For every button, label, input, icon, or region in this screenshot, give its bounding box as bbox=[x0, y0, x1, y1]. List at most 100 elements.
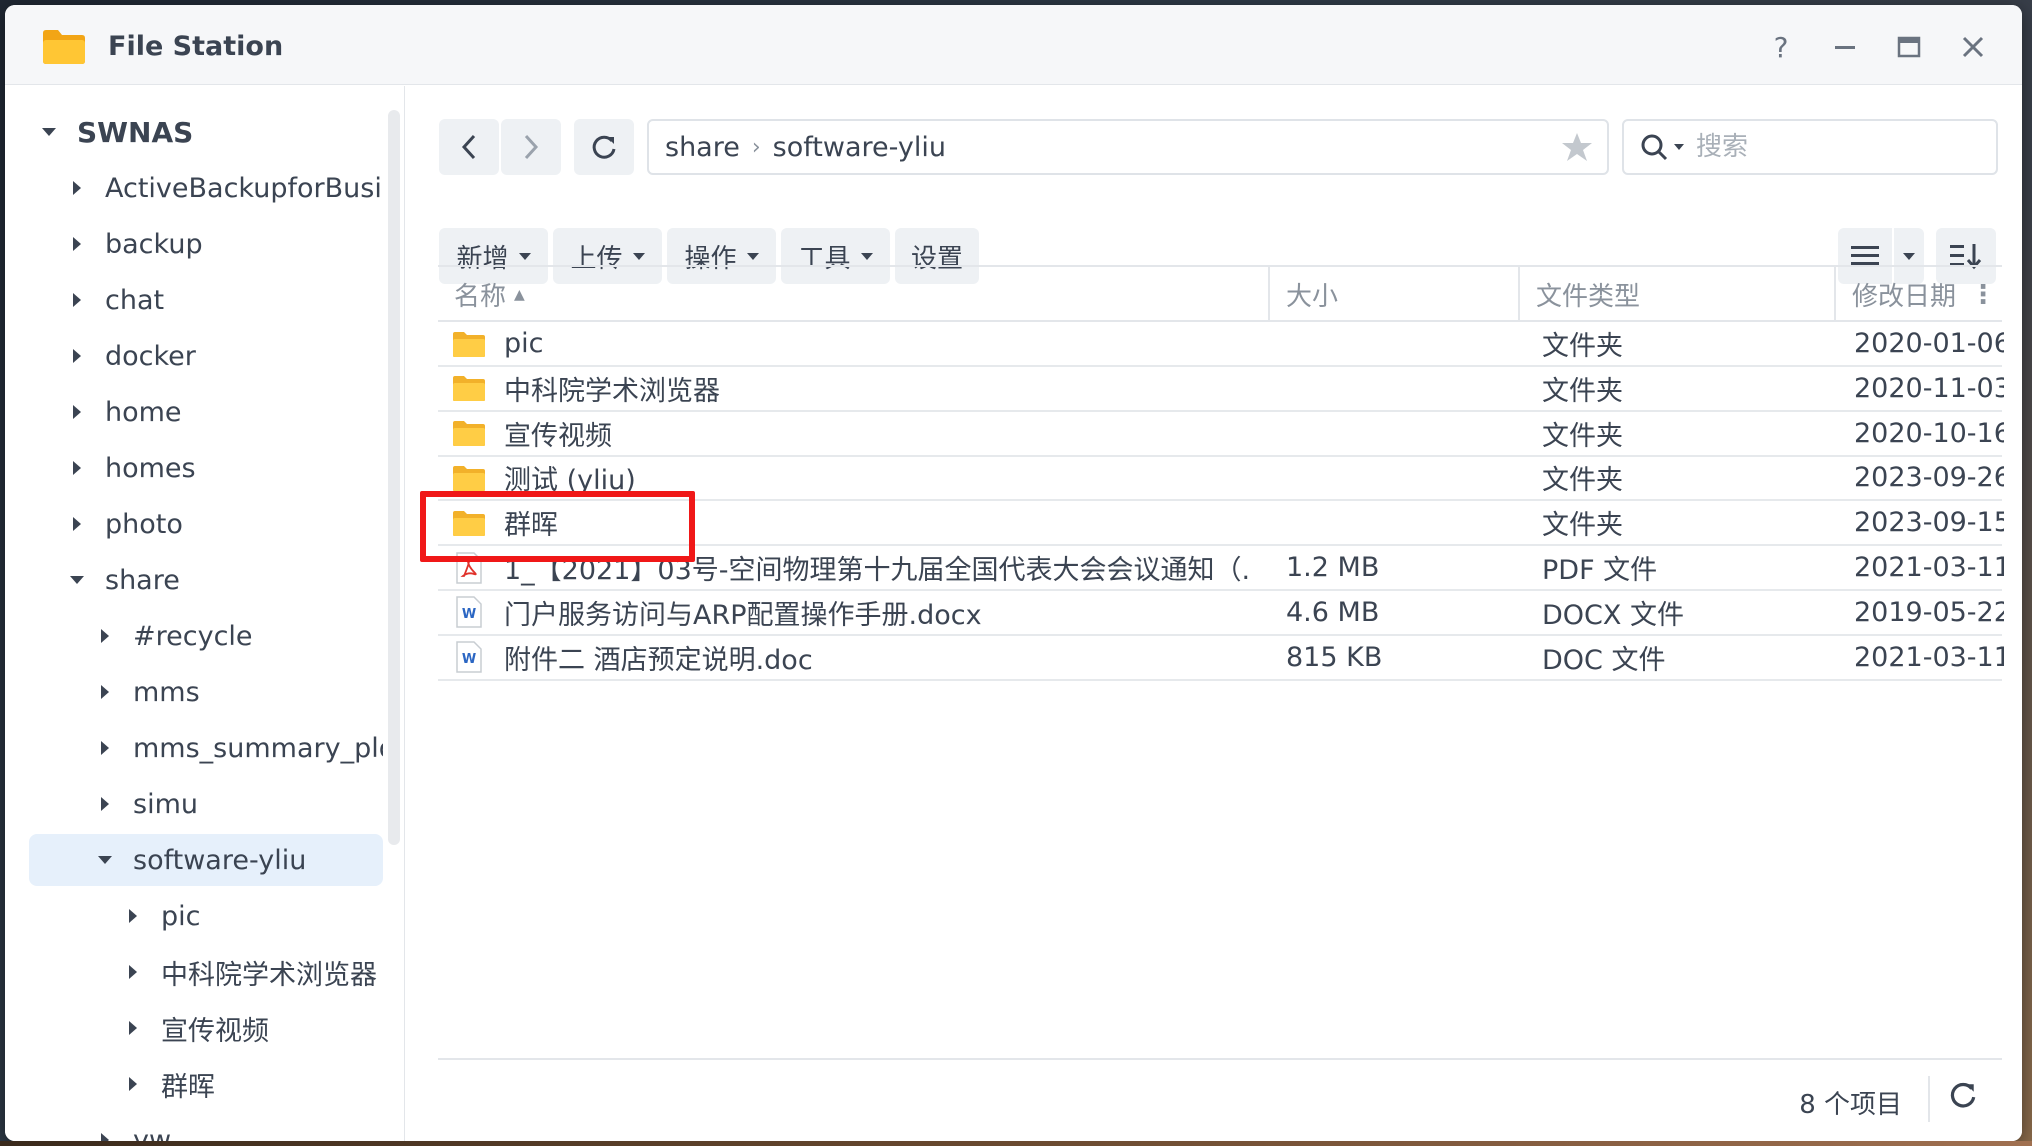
caret-down-icon bbox=[518, 252, 531, 260]
sidebar-item-yw[interactable]: yw bbox=[29, 1114, 383, 1141]
file-row[interactable]: pic 文件夹 2020-01-06 bbox=[438, 322, 2004, 367]
sidebar-item-宣传视频[interactable]: 宣传视频 bbox=[29, 1002, 383, 1054]
caret-down-icon bbox=[860, 252, 873, 260]
breadcrumb-share[interactable]: share bbox=[665, 132, 740, 163]
file-type: 文件夹 bbox=[1542, 375, 1623, 407]
search-icon[interactable] bbox=[1640, 133, 1668, 161]
file-row[interactable]: 宣传视频 文件夹 2020-10-16 bbox=[438, 412, 2004, 457]
back-button[interactable] bbox=[439, 119, 499, 175]
file-row[interactable]: 测试 (yliu) 文件夹 2023-09-26 bbox=[438, 456, 2004, 502]
file-name: 宣传视频 bbox=[504, 420, 612, 452]
caret-down-icon[interactable] bbox=[41, 124, 57, 140]
minimize-icon bbox=[1835, 46, 1855, 49]
caret-right-icon[interactable] bbox=[69, 236, 85, 252]
sidebar-item-homes[interactable]: homes bbox=[29, 442, 383, 494]
column-header-name[interactable]: 名称 ▲ bbox=[438, 267, 1268, 322]
sidebar-item-中科院学术浏览器[interactable]: 中科院学术浏览器 bbox=[29, 946, 383, 998]
file-modified-date: 2021-03-11 bbox=[1854, 641, 2004, 673]
sidebar-item-home[interactable]: home bbox=[29, 386, 383, 438]
footer-divider bbox=[1928, 1076, 1930, 1122]
caret-right-icon[interactable] bbox=[69, 348, 85, 364]
column-header-date-label: 修改日期 bbox=[1852, 282, 1957, 312]
sidebar-item-label: photo bbox=[105, 508, 183, 540]
file-row[interactable]: 群晖 文件夹 2023-09-15 bbox=[438, 501, 2004, 547]
sidebar-item-ActiveBackupforBusiness[interactable]: ActiveBackupforBusiness bbox=[29, 162, 383, 214]
file-modified-date: 2020-11-03 bbox=[1854, 372, 2004, 404]
sidebar-item-software-yliu[interactable]: software-yliu bbox=[29, 834, 383, 886]
sidebar-item-docker[interactable]: docker bbox=[29, 330, 383, 382]
file-row[interactable]: 1_【2021】03号-空间物理第十九届全国代表大会会议通知（... 1.2 MB… bbox=[438, 546, 2004, 591]
sidebar-item-label: home bbox=[105, 396, 182, 428]
column-header-date[interactable]: 修改日期 ⋮ bbox=[1834, 267, 2002, 322]
sidebar-item-pic[interactable]: pic bbox=[29, 890, 383, 942]
column-header-type[interactable]: 文件类型 bbox=[1518, 267, 1834, 322]
path-breadcrumb[interactable]: share › software-yliu bbox=[647, 119, 1609, 175]
file-size: 815 KB bbox=[1286, 641, 1383, 673]
caret-right-icon[interactable] bbox=[69, 404, 85, 420]
caret-down-icon[interactable] bbox=[97, 852, 113, 868]
caret-right-icon[interactable] bbox=[125, 1076, 141, 1092]
sidebar-item-mms[interactable]: mms bbox=[29, 666, 383, 718]
caret-right-icon[interactable] bbox=[125, 908, 141, 924]
sidebar-item-label: simu bbox=[133, 788, 198, 820]
file-name-cell: 1_【2021】03号-空间物理第十九届全国代表大会会议通知（... bbox=[452, 546, 1252, 589]
caret-right-icon[interactable] bbox=[97, 684, 113, 700]
breadcrumb-software-yliu[interactable]: software-yliu bbox=[773, 132, 946, 163]
caret-right-icon[interactable] bbox=[97, 628, 113, 644]
caret-down-icon[interactable] bbox=[69, 572, 85, 588]
file-row[interactable]: 中科院学术浏览器 文件夹 2020-11-03 bbox=[438, 367, 2004, 412]
file-station-window: File Station ? SWNAS ActiveBackupforBusin… bbox=[5, 5, 2022, 1141]
caret-down-icon bbox=[632, 252, 645, 260]
file-row[interactable]: W 附件二 酒店预定说明.doc 815 KB DOC 文件 2021-03-11 bbox=[438, 636, 2004, 681]
help-button[interactable]: ? bbox=[1761, 27, 1801, 67]
caret-right-icon[interactable] bbox=[97, 796, 113, 812]
file-name-cell: 测试 (yliu) bbox=[452, 456, 1252, 499]
desktop-background-strip bbox=[0, 1141, 2032, 1146]
forward-button[interactable] bbox=[501, 119, 561, 175]
file-modified-date: 2023-09-26 bbox=[1854, 462, 2004, 494]
folder-icon bbox=[452, 373, 486, 403]
main-panel: share › software-yliu 新增 上传 操作 工具 设置 bbox=[406, 86, 2022, 1141]
caret-right-icon[interactable] bbox=[125, 964, 141, 980]
minimize-button[interactable] bbox=[1825, 27, 1865, 67]
file-size bbox=[1286, 322, 1486, 365]
caret-right-icon[interactable] bbox=[69, 292, 85, 308]
sidebar-item-chat[interactable]: chat bbox=[29, 274, 383, 326]
sidebar-item-label: SWNAS bbox=[77, 115, 194, 149]
file-name-cell: 中科院学术浏览器 bbox=[452, 367, 1252, 410]
column-header-size[interactable]: 大小 bbox=[1268, 267, 1518, 322]
column-menu-icon[interactable]: ⋮ bbox=[1970, 280, 1996, 310]
sidebar-item-#recycle[interactable]: #recycle bbox=[29, 610, 383, 662]
sidebar-item-label: mms bbox=[133, 676, 200, 708]
search-input[interactable] bbox=[1696, 132, 1946, 162]
sidebar-scrollbar[interactable] bbox=[388, 110, 400, 845]
caret-right-icon[interactable] bbox=[69, 180, 85, 196]
file-name-cell: 群晖 bbox=[452, 501, 1252, 544]
file-modified-date: 2020-10-16 bbox=[1854, 417, 2004, 449]
sidebar-item-群晖[interactable]: 群晖 bbox=[29, 1058, 383, 1110]
file-name: 门户服务访问与ARP配置操作手册.docx bbox=[504, 599, 982, 631]
file-name: 测试 (yliu) bbox=[504, 465, 636, 497]
caret-right-icon[interactable] bbox=[125, 1020, 141, 1036]
file-name: 群晖 bbox=[504, 510, 558, 542]
sidebar-item-SWNAS[interactable]: SWNAS bbox=[29, 106, 383, 158]
file-station-app-icon bbox=[41, 27, 87, 65]
sidebar-item-backup[interactable]: backup bbox=[29, 218, 383, 270]
sidebar-item-photo[interactable]: photo bbox=[29, 498, 383, 550]
sidebar-item-share[interactable]: share bbox=[29, 554, 383, 606]
favorite-star-icon[interactable] bbox=[1561, 131, 1593, 163]
file-row[interactable]: W 门户服务访问与ARP配置操作手册.docx 4.6 MB DOCX 文件 2019-… bbox=[438, 591, 2004, 636]
caret-right-icon[interactable] bbox=[69, 516, 85, 532]
sidebar-item-mms_summary_plot[interactable]: mms_summary_plot bbox=[29, 722, 383, 774]
search-options-caret-icon[interactable] bbox=[1674, 144, 1684, 150]
caret-right-icon[interactable] bbox=[69, 460, 85, 476]
refresh-button[interactable] bbox=[574, 119, 634, 175]
footer-refresh-icon[interactable] bbox=[1948, 1080, 1978, 1110]
caret-right-icon[interactable] bbox=[97, 740, 113, 756]
sidebar-item-label: ActiveBackupforBusiness bbox=[105, 172, 383, 204]
maximize-button[interactable] bbox=[1889, 27, 1929, 67]
caret-right-icon[interactable] bbox=[97, 1132, 113, 1141]
sidebar-item-simu[interactable]: simu bbox=[29, 778, 383, 830]
close-button[interactable] bbox=[1953, 27, 1993, 67]
sidebar-item-label: mms_summary_plot bbox=[133, 732, 383, 764]
